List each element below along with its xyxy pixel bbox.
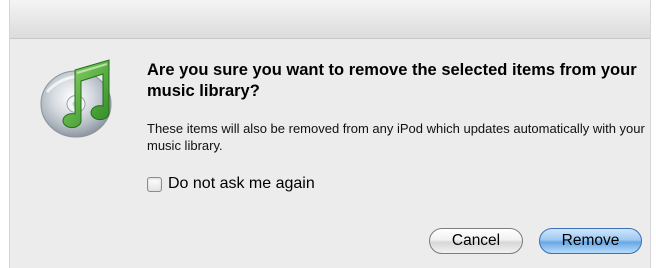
- remove-button[interactable]: Remove: [539, 228, 642, 254]
- do-not-ask-checkbox-row[interactable]: Do not ask me again: [147, 172, 315, 196]
- cancel-button[interactable]: Cancel: [429, 228, 523, 254]
- do-not-ask-checkbox[interactable]: [147, 176, 162, 192]
- dialog-headline: Are you sure you want to remove the sele…: [147, 61, 637, 100]
- dialog-top-bar: [10, 0, 650, 39]
- remove-items-dialog: Are you sure you want to remove the sele…: [9, 0, 651, 268]
- dialog-info-text: These items will also be removed from an…: [147, 121, 645, 153]
- itunes-icon: [39, 56, 117, 138]
- do-not-ask-label[interactable]: Do not ask me again: [168, 175, 315, 193]
